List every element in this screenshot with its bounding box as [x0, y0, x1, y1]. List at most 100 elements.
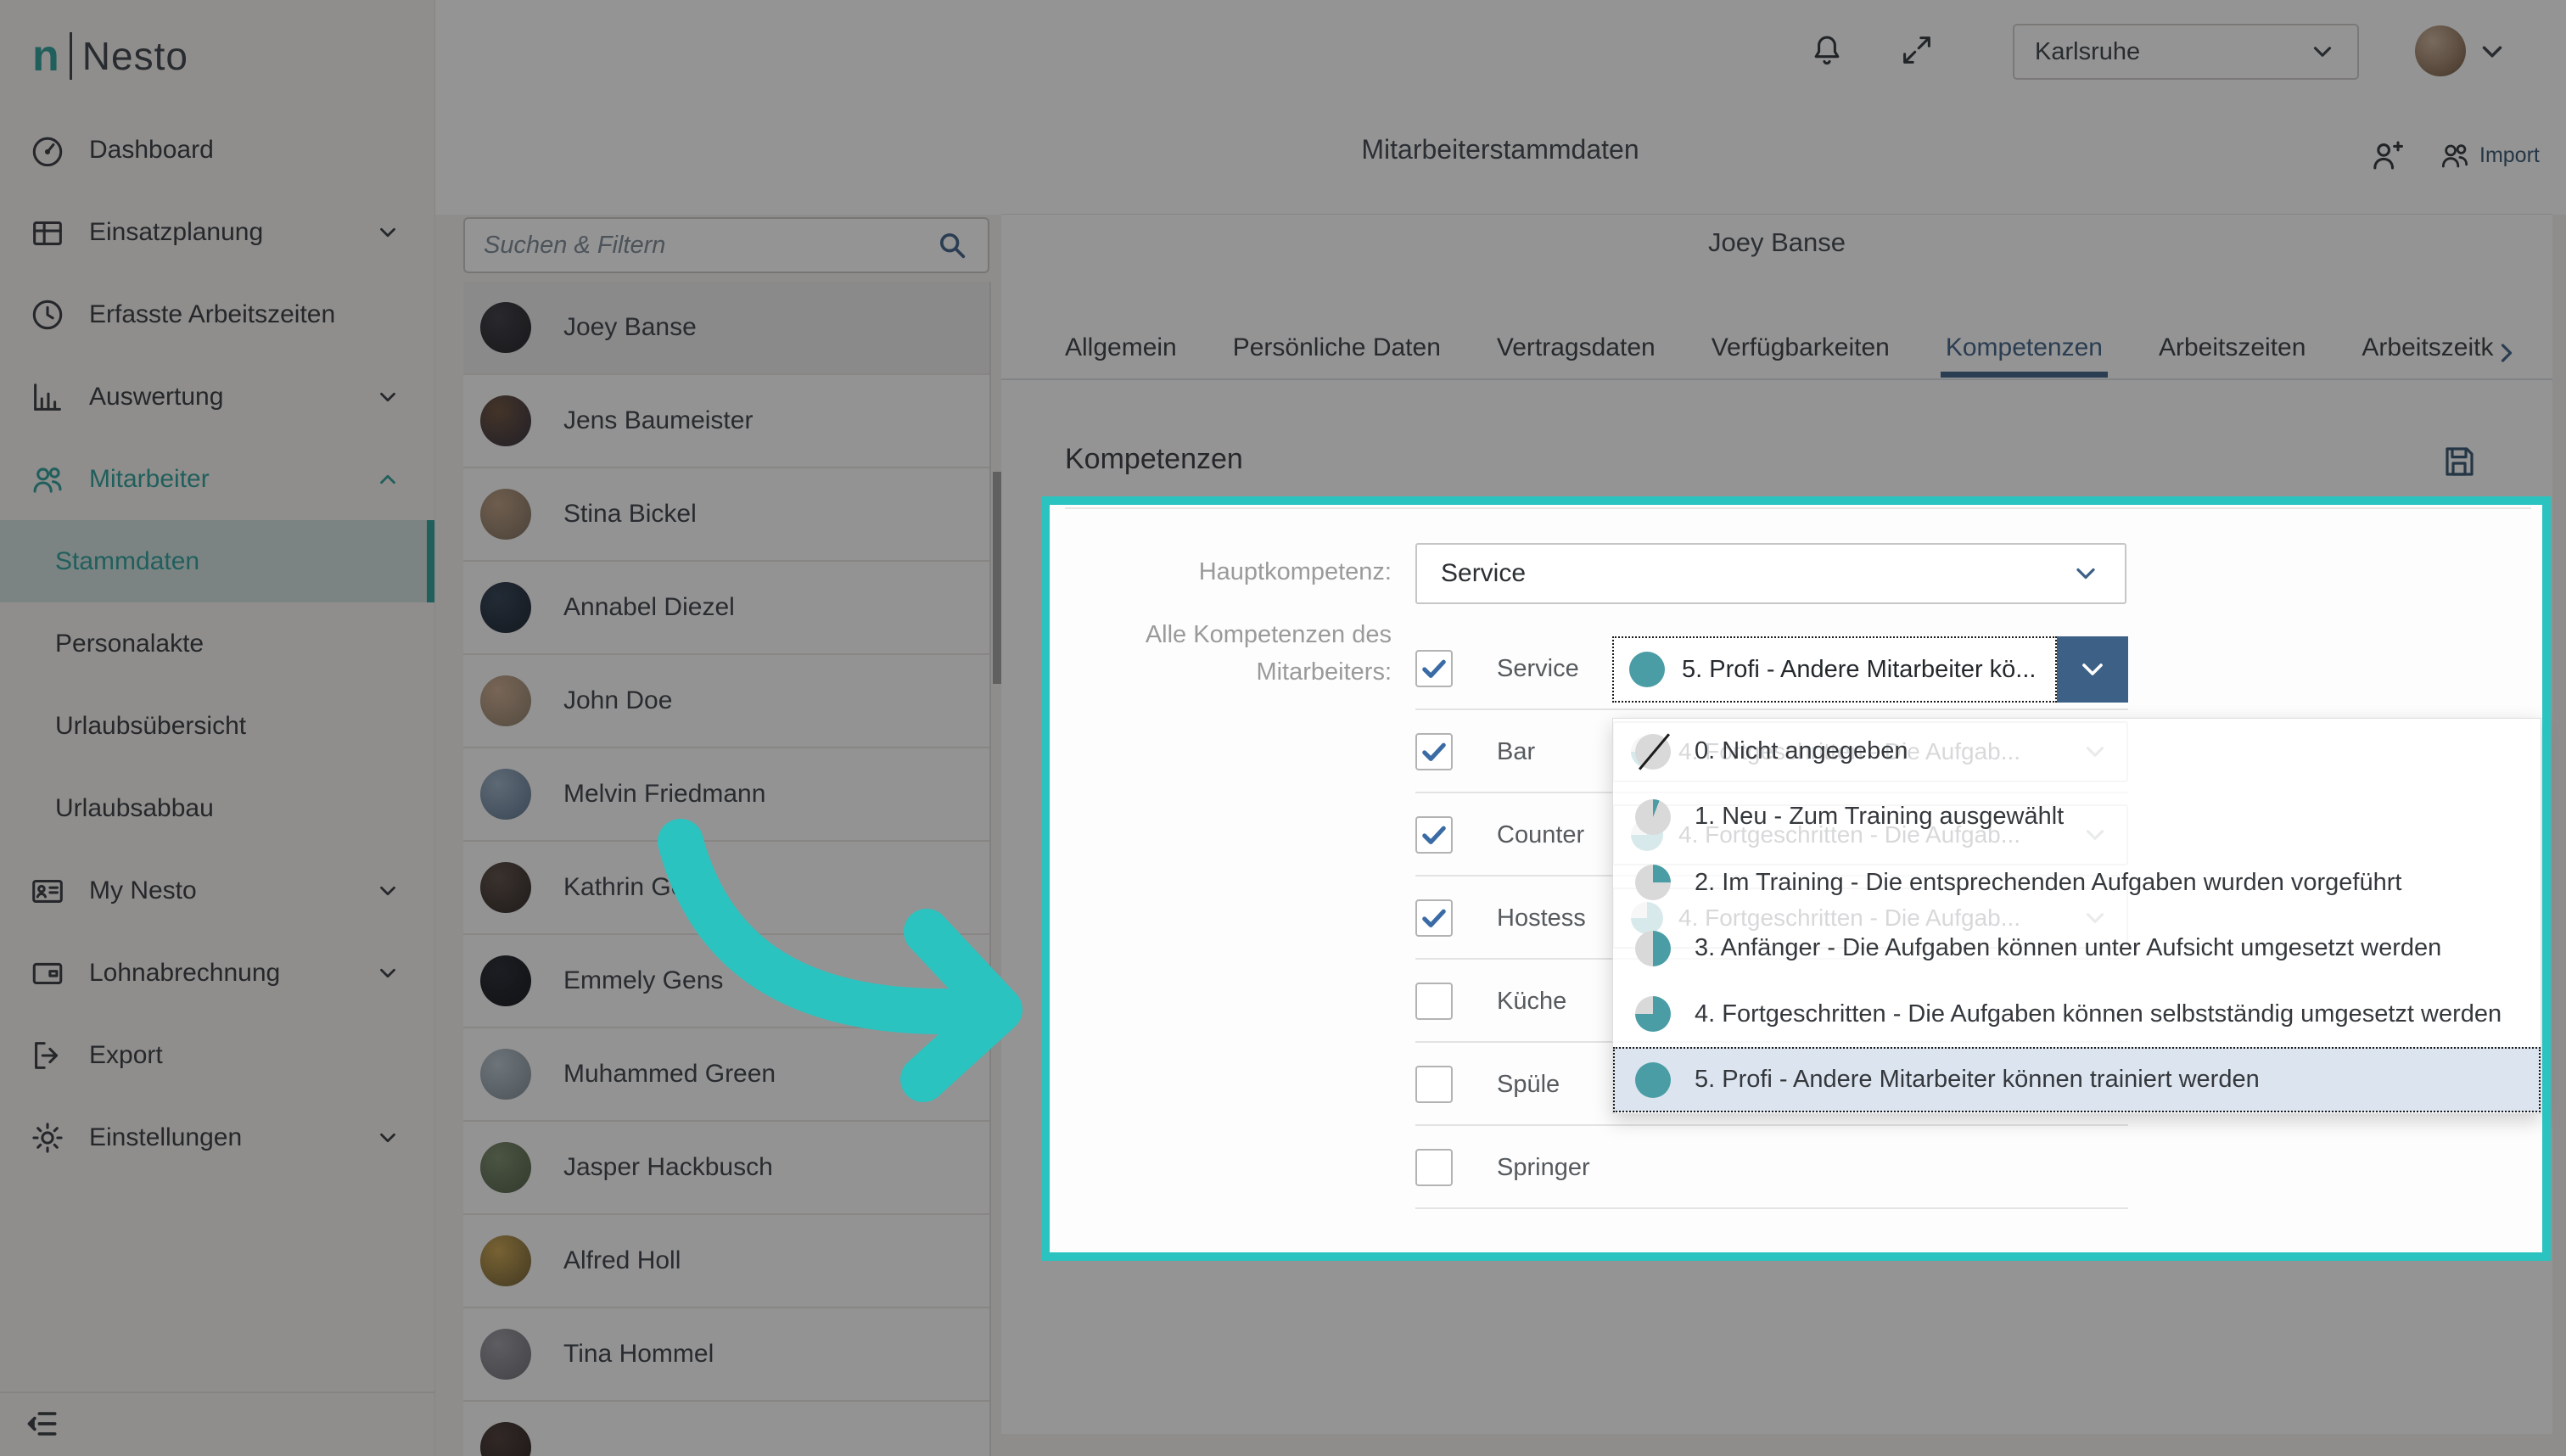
- level-5-pie-icon: [1629, 652, 1665, 687]
- tab-kompetenzen[interactable]: Kompetenzen: [1946, 333, 2103, 374]
- people-icon: [28, 460, 67, 499]
- employee-name: Stina Bickel: [563, 500, 697, 529]
- dropdown-option-label: 5. Profi - Andere Mitarbeiter können tra…: [1695, 1066, 2260, 1094]
- dropdown-option-level-5[interactable]: 5. Profi - Andere Mitarbeiter können tra…: [1613, 1047, 2541, 1112]
- user-avatar[interactable]: [2415, 25, 2466, 76]
- competence-label: Spüle: [1497, 1071, 1560, 1099]
- tab-verf-gbarkeiten[interactable]: Verfügbarkeiten: [1712, 333, 1890, 374]
- employee-avatar: [480, 395, 531, 446]
- user-menu-chevron-icon[interactable]: [2476, 36, 2508, 68]
- checkbox-unchecked[interactable]: [1415, 1066, 1453, 1103]
- employee-row[interactable]: Annabel Diezel: [463, 562, 989, 655]
- employee-row[interactable]: [463, 1402, 989, 1456]
- competence-label: Küche: [1497, 988, 1566, 1016]
- level-combobox-dropdown-button[interactable]: [2057, 636, 2128, 703]
- grid-icon: [28, 213, 67, 252]
- employee-row[interactable]: Joey Banse: [463, 282, 989, 375]
- level-3-pie-icon: [1635, 931, 1671, 966]
- import-button[interactable]: Import: [2437, 137, 2540, 173]
- location-select[interactable]: Karlsruhe: [2013, 24, 2359, 80]
- employee-avatar: [480, 582, 531, 633]
- tabs-overflow-chevron-icon[interactable]: [2491, 338, 2522, 368]
- sidebar-item-auswertung[interactable]: Auswertung: [0, 356, 434, 438]
- search-icon[interactable]: [935, 228, 969, 262]
- sidebar-subitem-urlaubs-bersicht[interactable]: Urlaubsübersicht: [0, 685, 434, 767]
- dropdown-option-level-3[interactable]: 3. Anfänger - Die Aufgaben können unter …: [1613, 916, 2541, 981]
- add-employee-icon[interactable]: [2367, 136, 2406, 175]
- level-dropdown-panel: 0. Nicht angegeben1. Neu - Zum Training …: [1612, 718, 2541, 1114]
- checkbox-checked[interactable]: [1415, 733, 1453, 770]
- chevron-down-icon: [2308, 37, 2337, 66]
- sidebar-item-label: Lohnabrechnung: [89, 959, 280, 988]
- employee-row[interactable]: Kathrin Gehr: [463, 842, 989, 935]
- level-combobox[interactable]: 5. Profi - Andere Mitarbeiter kö...: [1612, 636, 2128, 703]
- sidebar-item-mitarbeiter[interactable]: Mitarbeiter: [0, 438, 434, 520]
- sidebar-item-lohnabrechnung[interactable]: Lohnabrechnung: [0, 932, 434, 1014]
- sidebar-item-einsatzplanung[interactable]: Einsatzplanung: [0, 191, 434, 273]
- sidebar-subitem-urlaubsabbau[interactable]: Urlaubsabbau: [0, 767, 434, 849]
- dropdown-option-level-2[interactable]: 2. Im Training - Die entsprechenden Aufg…: [1613, 850, 2541, 916]
- checkbox-unchecked[interactable]: [1415, 983, 1453, 1020]
- hauptkompetenz-select[interactable]: Service: [1415, 543, 2126, 604]
- employee-name: John Doe: [563, 686, 672, 715]
- sidebar-item-erfasste-arbeitszeiten[interactable]: Erfasste Arbeitszeiten: [0, 273, 434, 356]
- employee-row[interactable]: Emmely Gens: [463, 935, 989, 1028]
- checkbox-unchecked[interactable]: [1415, 1149, 1453, 1186]
- hauptkompetenz-value: Service: [1441, 559, 2070, 588]
- checkbox-checked[interactable]: [1415, 650, 1453, 687]
- save-icon[interactable]: [2439, 441, 2479, 482]
- checkbox-checked[interactable]: [1415, 816, 1453, 854]
- sidebar-nav: Dashboard EinsatzplanungErfasste Arbeitsz…: [0, 109, 434, 1179]
- employee-name: Kathrin Gehr: [563, 873, 708, 902]
- tab-pers-nliche-daten[interactable]: Persönliche Daten: [1233, 333, 1441, 374]
- employee-name: Jasper Hackbusch: [563, 1153, 773, 1182]
- bell-icon[interactable]: [1807, 31, 1846, 70]
- employee-avatar: [480, 955, 531, 1006]
- dropdown-option-level-1[interactable]: 1. Neu - Zum Training ausgewählt: [1613, 784, 2541, 849]
- employee-search[interactable]: Suchen & Filtern: [463, 217, 989, 273]
- employee-row[interactable]: Melvin Friedmann: [463, 748, 989, 842]
- employee-row[interactable]: John Doe: [463, 655, 989, 748]
- dropdown-option-level-0[interactable]: 0. Nicht angegeben: [1613, 719, 2541, 784]
- checkbox-checked[interactable]: [1415, 899, 1453, 937]
- payroll-icon: [28, 954, 67, 993]
- employee-row[interactable]: Alfred Holl: [463, 1215, 989, 1308]
- competence-label: Bar: [1497, 738, 1535, 766]
- tab-allgemein[interactable]: Allgemein: [1065, 333, 1177, 374]
- clock-icon: [28, 295, 67, 334]
- search-placeholder: Suchen & Filtern: [484, 232, 935, 260]
- employee-avatar: [480, 1142, 531, 1193]
- detail-tabs: Allgemein Persönliche Daten Vertragsdaten V…: [1065, 328, 2493, 380]
- sidebar-item-label: Dashboard: [89, 136, 214, 165]
- sidebar-item-my-nesto[interactable]: My Nesto: [0, 849, 434, 932]
- employee-row[interactable]: Jens Baumeister: [463, 375, 989, 468]
- fullscreen-icon[interactable]: [1897, 31, 1936, 70]
- employee-row[interactable]: Stina Bickel: [463, 468, 989, 562]
- slash-mark: [1639, 733, 1670, 770]
- chevron-up-icon: [375, 467, 401, 492]
- sidebar-item-export[interactable]: Export: [0, 1014, 434, 1096]
- dropdown-option-level-4[interactable]: 4. Fortgeschritten - Die Aufgaben können…: [1613, 982, 2541, 1047]
- sidebar-subitem-stammdaten[interactable]: Stammdaten: [0, 520, 434, 602]
- employee-avatar: [480, 302, 531, 353]
- employee-name: Jens Baumeister: [563, 406, 753, 435]
- alle-kompetenzen-label-line2: Mitarbeiters:: [1052, 653, 1392, 691]
- tabs-underline: [1001, 378, 2552, 380]
- employee-row[interactable]: Tina Hommel: [463, 1308, 989, 1402]
- sidebar-item-dashboard[interactable]: Dashboard: [0, 109, 434, 191]
- employee-row[interactable]: Jasper Hackbusch: [463, 1122, 989, 1215]
- sidebar-item-einstellungen[interactable]: Einstellungen: [0, 1096, 434, 1179]
- chevron-down-icon: [375, 1125, 401, 1151]
- employee-row[interactable]: Muhammed Green: [463, 1028, 989, 1122]
- topbar-icons: [1807, 31, 1936, 70]
- sidebar-subitem-personalakte[interactable]: Personalakte: [0, 602, 434, 685]
- tab-arbeitszeitk[interactable]: Arbeitszeitk: [2362, 333, 2493, 374]
- level-combobox-field[interactable]: 5. Profi - Andere Mitarbeiter kö...: [1612, 636, 2057, 703]
- collapse-sidebar-icon[interactable]: [24, 1405, 61, 1442]
- sidebar-footer-divider: [0, 1392, 434, 1393]
- tab-arbeitszeiten[interactable]: Arbeitszeiten: [2159, 333, 2305, 374]
- employee-avatar: [480, 1422, 531, 1456]
- tab-vertragsdaten[interactable]: Vertragsdaten: [1497, 333, 1656, 374]
- sidebar-item-label: Auswertung: [89, 383, 223, 412]
- level-1-pie-icon: [1635, 799, 1671, 835]
